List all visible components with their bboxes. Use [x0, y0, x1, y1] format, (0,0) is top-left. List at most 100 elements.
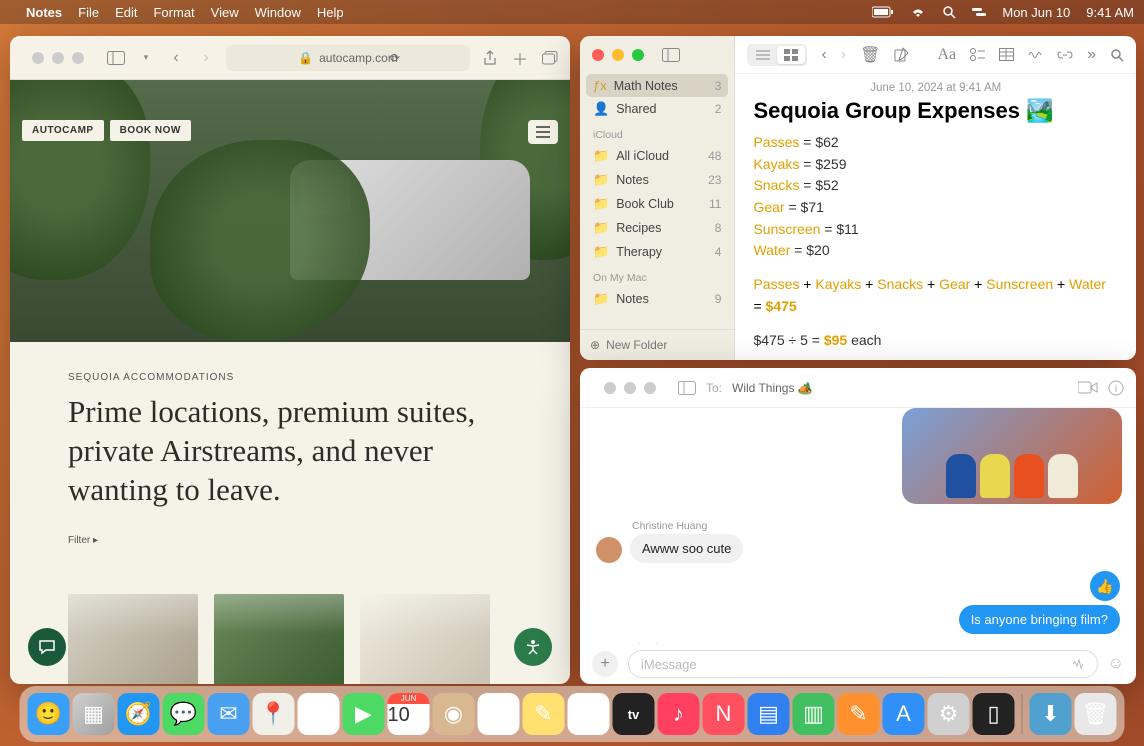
dock-launchpad[interactable]: ▦ [73, 693, 115, 735]
spotlight-icon[interactable] [942, 5, 956, 19]
sidebar-item-math-notes[interactable]: ƒxMath Notes3 [586, 74, 728, 97]
close-button[interactable] [604, 382, 616, 394]
filter-button[interactable]: Filter ▸ [68, 535, 512, 546]
accommodation-thumb[interactable] [360, 594, 490, 684]
battery-icon[interactable] [872, 6, 894, 18]
zoom-button[interactable] [632, 49, 644, 61]
sidebar-item-notes[interactable]: 📁Notes9 [586, 287, 728, 311]
message-input[interactable]: iMessage [628, 650, 1098, 678]
facetime-video-icon[interactable] [1078, 381, 1098, 394]
dock-tv[interactable]: tv [613, 693, 655, 735]
dock-maps[interactable]: 📍 [253, 693, 295, 735]
recipient-name[interactable]: Wild Things 🏕️ [732, 381, 813, 395]
zoom-button[interactable] [644, 382, 656, 394]
dock-messages[interactable]: 💬 [163, 693, 205, 735]
photo-attachment[interactable] [902, 408, 1122, 504]
minimize-button[interactable] [624, 382, 636, 394]
more-icon[interactable]: » [1087, 46, 1096, 64]
reload-icon[interactable]: ⟳ [390, 51, 400, 65]
menu-window[interactable]: Window [255, 5, 301, 20]
control-center-icon[interactable] [972, 6, 986, 18]
dock-finder[interactable]: 🙂 [28, 693, 70, 735]
dock-mail[interactable]: ✉︎ [208, 693, 250, 735]
dock-iphone-mirror[interactable]: ▯ [973, 693, 1015, 735]
sidebar-toggle-icon[interactable] [662, 48, 680, 62]
sidebar-item-recipes[interactable]: 📁Recipes8 [586, 216, 728, 240]
sidebar-item-all-icloud[interactable]: 📁All iCloud48 [586, 144, 728, 168]
chevron-down-icon[interactable]: ▾ [136, 52, 156, 63]
sidebar-item-book-club[interactable]: 📁Book Club11 [586, 192, 728, 216]
new-folder-button[interactable]: ⊕ New Folder [580, 329, 734, 360]
dock-settings[interactable]: ⚙︎ [928, 693, 970, 735]
dock-keynote[interactable]: ▤ [748, 693, 790, 735]
delete-icon[interactable]: 🗑 [860, 45, 880, 65]
emoji-picker-icon[interactable]: ☺ [1108, 655, 1124, 673]
accommodation-thumb[interactable] [68, 594, 198, 684]
note-body[interactable]: Passes = $62Kayaks = $259Snacks = $52Gea… [735, 132, 1136, 351]
sidebar-toggle-icon[interactable] [678, 381, 696, 395]
dock-calendar[interactable]: JUN10 [388, 693, 430, 735]
dock-notes[interactable]: ✎ [523, 693, 565, 735]
sidebar-item-shared[interactable]: 👤Shared2 [586, 97, 728, 121]
sidebar-item-notes[interactable]: 📁Notes23 [586, 168, 728, 192]
view-toggle[interactable] [747, 44, 807, 66]
sidebar-section-header[interactable]: iCloud [586, 121, 728, 144]
chat-fab[interactable] [28, 628, 66, 666]
incoming-bubble[interactable]: Awww soo cute [630, 534, 743, 563]
menu-help[interactable]: Help [317, 5, 344, 20]
close-button[interactable] [32, 52, 44, 64]
dock-news[interactable]: N [703, 693, 745, 735]
table-icon[interactable] [999, 48, 1014, 61]
brand-badge[interactable]: AUTOCAMP [22, 120, 104, 141]
dock-trash[interactable]: 🗑 [1075, 693, 1117, 735]
minimize-button[interactable] [52, 52, 64, 64]
back-button[interactable]: ‹ [166, 49, 186, 67]
dock-photos[interactable]: ✿ [298, 693, 340, 735]
info-icon[interactable]: i [1108, 380, 1124, 396]
wifi-icon[interactable] [910, 6, 926, 18]
menubar-time[interactable]: 9:41 AM [1086, 5, 1134, 20]
sidebar-icon[interactable] [106, 51, 126, 65]
outgoing-bubble[interactable]: Is anyone bringing film? [959, 605, 1120, 634]
dock-pages[interactable]: ✎ [838, 693, 880, 735]
menubar-date[interactable]: Mon Jun 10 [1002, 5, 1070, 20]
back-icon[interactable]: ‹ [821, 46, 826, 64]
forward-button[interactable]: › [196, 49, 216, 67]
messages-thread[interactable]: Christine Huang Awww soo cute 👍 Is anyon… [580, 408, 1136, 644]
sidebar-section-header[interactable]: On My Mac [586, 264, 728, 287]
address-bar[interactable]: 🔒 autocamp.com ⟳ [226, 45, 470, 71]
grid-view-icon[interactable] [777, 46, 805, 64]
sidebar-item-therapy[interactable]: 📁Therapy4 [586, 240, 728, 264]
menu-view[interactable]: View [211, 5, 239, 20]
accommodation-thumb[interactable] [214, 594, 344, 684]
dock-reminders[interactable]: ≡ [478, 693, 520, 735]
menu-format[interactable]: Format [153, 5, 194, 20]
compose-icon[interactable] [894, 47, 909, 62]
accessibility-fab[interactable] [514, 628, 552, 666]
avatar[interactable] [596, 537, 622, 563]
menu-edit[interactable]: Edit [115, 5, 137, 20]
menu-file[interactable]: File [78, 5, 99, 20]
share-icon[interactable] [480, 50, 500, 66]
tabs-icon[interactable] [540, 51, 560, 65]
new-tab-icon[interactable]: ＋ [510, 46, 530, 70]
tapback-reaction[interactable]: 👍 [1090, 571, 1120, 601]
minimize-button[interactable] [612, 49, 624, 61]
format-icon[interactable]: Aa [937, 46, 956, 64]
dock-facetime[interactable]: ▶ [343, 693, 385, 735]
dock-appstore[interactable]: A [883, 693, 925, 735]
close-button[interactable] [592, 49, 604, 61]
link-icon[interactable] [1057, 50, 1073, 60]
list-view-icon[interactable] [749, 46, 777, 64]
dock-downloads[interactable]: ⬇︎ [1030, 693, 1072, 735]
hamburger-menu[interactable] [528, 120, 558, 144]
zoom-button[interactable] [72, 52, 84, 64]
book-now-button[interactable]: BOOK NOW [110, 120, 191, 141]
dock-music[interactable]: ♪ [658, 693, 700, 735]
dictate-icon[interactable] [1071, 657, 1085, 671]
note-title[interactable]: Sequoia Group Expenses 🏞️ [735, 98, 1136, 132]
dock-contacts[interactable]: ◉ [433, 693, 475, 735]
dock-numbers[interactable]: ▥ [793, 693, 835, 735]
dock-freeform[interactable]: 〰 [568, 693, 610, 735]
menubar-app[interactable]: Notes [26, 5, 62, 20]
